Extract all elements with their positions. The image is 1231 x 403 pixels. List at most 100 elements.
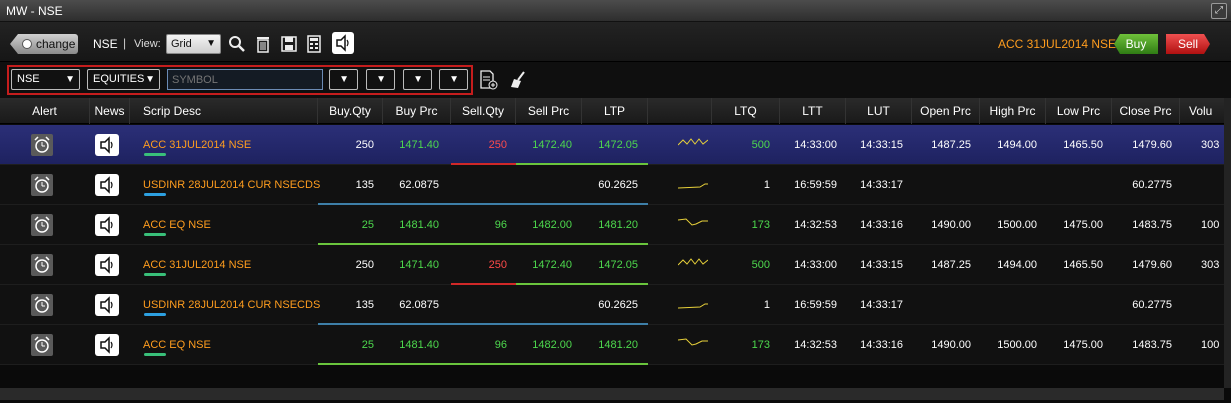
col-buy-qty[interactable]: Buy.Qty: [318, 98, 383, 124]
sparkline: [678, 218, 708, 226]
col-alert[interactable]: Alert: [0, 98, 90, 124]
filter-dropdown-2[interactable]: ▼: [366, 69, 395, 90]
col-sell-qty[interactable]: Sell.Qty: [451, 98, 516, 124]
chevron-down-icon: ▼: [65, 74, 75, 85]
ltq: 500: [751, 139, 770, 151]
filter-dropdown-3[interactable]: ▼: [403, 69, 432, 90]
col-trend[interactable]: [648, 98, 712, 124]
filter-toolbar: NSE▼ EQUITIES▼ ▼ ▼ ▼ ▼: [0, 62, 1231, 98]
lut: 14:33:16: [860, 339, 903, 351]
exchange-dropdown[interactable]: NSE ▼: [11, 69, 80, 90]
high-prc: 1494.00: [997, 139, 1037, 151]
buy-button[interactable]: Buy: [1114, 34, 1158, 54]
chevron-down-icon: ▼: [206, 38, 216, 49]
news-speaker-icon[interactable]: [95, 174, 119, 196]
col-ltp[interactable]: LTP: [582, 98, 648, 124]
alarm-clock-icon[interactable]: [31, 334, 53, 356]
view-select[interactable]: Grid ▼: [166, 34, 221, 54]
col-scrip-desc[interactable]: Scrip Desc: [130, 98, 318, 124]
title-bar: MW - NSE ⤢: [0, 0, 1231, 22]
main-toolbar: change NSE | View: Grid ▼ ACC 31JUL2014 N…: [0, 22, 1231, 62]
table-row[interactable]: ACC EQ NSE 25 1481.40 96 1482.00 1481.20…: [0, 325, 1231, 365]
vertical-scrollbar[interactable]: [1224, 98, 1231, 388]
view-value: Grid: [171, 38, 192, 50]
news-speaker-icon[interactable]: [95, 294, 119, 316]
ltp: 1472.05: [598, 259, 638, 271]
ltp: 1472.05: [598, 139, 638, 151]
open-prc: 1487.25: [931, 139, 971, 151]
table-row[interactable]: ACC 31JUL2014 NSE 250 1471.40 250 1472.4…: [0, 245, 1231, 285]
alarm-clock-icon[interactable]: [31, 254, 53, 276]
maximize-icon[interactable]: ⤢: [1211, 3, 1227, 19]
col-ltt[interactable]: LTT: [780, 98, 846, 124]
ltp: 60.2625: [598, 299, 638, 311]
add-scrip-icon[interactable]: [478, 70, 498, 90]
exchange-label: NSE: [93, 37, 118, 51]
ltt: 14:33:00: [794, 259, 837, 271]
filter-dropdown-1[interactable]: ▼: [329, 69, 358, 90]
table-row[interactable]: USDINR 28JUL2014 CUR NSECDS 135 62.0875 …: [0, 285, 1231, 325]
news-speaker-icon[interactable]: [95, 214, 119, 236]
close-prc: 1479.60: [1132, 139, 1172, 151]
save-icon[interactable]: [280, 35, 298, 53]
col-ltq[interactable]: LTQ: [712, 98, 780, 124]
symbol-input[interactable]: [167, 69, 323, 90]
col-buy-prc[interactable]: Buy Prc: [383, 98, 451, 124]
segment-dropdown[interactable]: EQUITIES ▼: [87, 69, 160, 90]
scrip-desc: USDINR 28JUL2014 CUR NSECDS: [143, 179, 321, 191]
clear-broom-icon[interactable]: [508, 70, 528, 90]
trash-icon[interactable]: [254, 35, 272, 53]
buy-prc: 1481.40: [399, 339, 439, 351]
volume: 303: [1201, 259, 1220, 271]
col-close-prc[interactable]: Close Prc: [1112, 98, 1180, 124]
table-row[interactable]: ACC EQ NSE 25 1481.40 96 1482.00 1481.20…: [0, 205, 1231, 245]
alarm-clock-icon[interactable]: [31, 134, 53, 156]
table-row[interactable]: ACC 31JUL2014 NSE 250 1471.40 250 1472.4…: [0, 125, 1231, 165]
calculator-icon[interactable]: [305, 35, 323, 53]
news-speaker-icon[interactable]: [95, 134, 119, 156]
col-lut[interactable]: LUT: [846, 98, 912, 124]
col-volume[interactable]: Volu: [1180, 98, 1224, 124]
low-prc: 1465.50: [1063, 259, 1103, 271]
buy-qty: 250: [355, 139, 374, 151]
change-label: change: [36, 37, 76, 51]
col-news[interactable]: News: [90, 98, 130, 124]
close-prc: 1483.75: [1132, 219, 1172, 231]
ltq: 173: [751, 219, 770, 231]
separator: |: [123, 36, 127, 50]
chevron-down-icon: ▼: [413, 74, 423, 85]
volume: 303: [1201, 139, 1220, 151]
open-prc: 1490.00: [931, 339, 971, 351]
lut: 14:33:15: [860, 259, 903, 271]
sparkline: [678, 338, 708, 346]
col-high-prc[interactable]: High Prc: [980, 98, 1046, 124]
table-row[interactable]: USDINR 28JUL2014 CUR NSECDS 135 62.0875 …: [0, 165, 1231, 205]
open-prc: 1487.25: [931, 259, 971, 271]
alarm-clock-icon[interactable]: [31, 174, 53, 196]
change-button[interactable]: change: [10, 34, 78, 54]
alarm-clock-icon[interactable]: [31, 294, 53, 316]
filter-dropdown-4[interactable]: ▼: [439, 69, 468, 90]
buy-qty: 135: [355, 299, 374, 311]
col-sell-prc[interactable]: Sell Prc: [516, 98, 582, 124]
scrip-desc: ACC 31JUL2014 NSE: [143, 139, 252, 151]
sell-prc: 1472.40: [532, 139, 572, 151]
close-prc: 1483.75: [1132, 339, 1172, 351]
view-label: View:: [134, 38, 161, 50]
sell-button[interactable]: Sell: [1166, 34, 1210, 54]
sell-prc: 1482.00: [532, 219, 572, 231]
lut: 14:33:17: [860, 299, 903, 311]
col-low-prc[interactable]: Low Prc: [1046, 98, 1112, 124]
ltp: 60.2625: [598, 179, 638, 191]
selected-scrip-label: ACC 31JUL2014 NSE: [998, 37, 1117, 51]
search-icon[interactable]: [228, 35, 246, 53]
alarm-clock-icon[interactable]: [31, 214, 53, 236]
news-speaker-icon[interactable]: [95, 254, 119, 276]
lut: 14:33:15: [860, 139, 903, 151]
news-speaker-icon[interactable]: [95, 334, 119, 356]
row-underline: [318, 363, 648, 365]
col-open-prc[interactable]: Open Prc: [912, 98, 980, 124]
horizontal-scrollbar[interactable]: [0, 388, 1224, 400]
sound-button[interactable]: [332, 32, 354, 54]
scrip-desc: ACC EQ NSE: [143, 219, 211, 231]
